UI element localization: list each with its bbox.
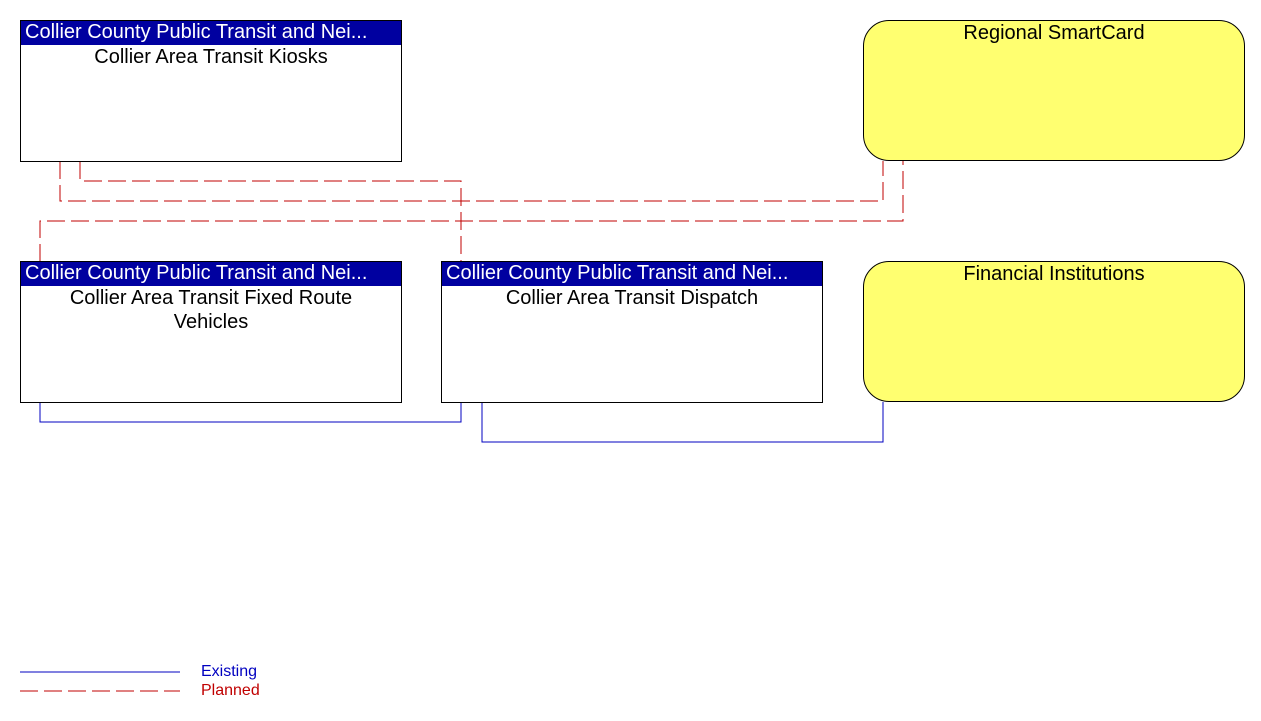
legend-existing-label: Existing bbox=[201, 663, 258, 680]
legend-planned-label: Planned bbox=[201, 682, 260, 699]
node-name: Regional SmartCard bbox=[963, 22, 1145, 44]
node-dispatch[interactable]: Collier County Public Transit and Nei...… bbox=[441, 261, 823, 403]
node-name: Financial Institutions bbox=[963, 263, 1145, 285]
node-header: Collier County Public Transit and Nei... bbox=[442, 262, 822, 286]
flow-dispatch-financial bbox=[481, 402, 884, 443]
node-name: Collier Area Transit Fixed Route Vehicle… bbox=[69, 287, 353, 333]
flow-kiosks-dispatch bbox=[79, 161, 462, 262]
node-fixed-route-vehicles[interactable]: Collier County Public Transit and Nei...… bbox=[20, 261, 402, 403]
node-financial-institutions[interactable]: Financial Institutions bbox=[863, 261, 1245, 402]
node-header: Collier County Public Transit and Nei... bbox=[21, 262, 401, 286]
flow-fixedroute-dispatch bbox=[39, 402, 462, 423]
flow-fixedroute-smartcard bbox=[39, 161, 904, 262]
node-regional-smartcard[interactable]: Regional SmartCard bbox=[863, 20, 1245, 161]
node-name: Collier Area Transit Dispatch bbox=[505, 287, 759, 309]
node-header: Collier County Public Transit and Nei... bbox=[21, 21, 401, 45]
node-kiosks[interactable]: Collier County Public Transit and Nei...… bbox=[20, 20, 402, 162]
node-name: Collier Area Transit Kiosks bbox=[94, 46, 328, 68]
